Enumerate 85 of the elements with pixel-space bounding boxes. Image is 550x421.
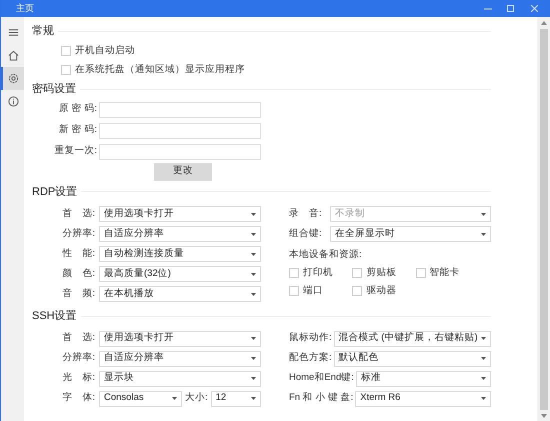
dropdown[interactable]: Consolas <box>99 390 182 406</box>
sidebar-item[interactable] <box>1 67 24 90</box>
field-label: 原 密 码: <box>58 102 98 116</box>
dropdown[interactable]: 自适应分辨率 <box>99 350 261 366</box>
input-field[interactable] <box>99 102 261 118</box>
field-label: 字 体: <box>61 391 96 406</box>
checkbox[interactable] <box>289 268 299 278</box>
caret-icon <box>481 357 486 360</box>
info-icon <box>8 96 19 107</box>
window-title: 主页 <box>15 2 34 16</box>
caret-icon <box>481 212 486 216</box>
maximize-icon[interactable] <box>507 5 514 12</box>
caret-icon <box>481 397 486 400</box>
field-label: 配色方案: <box>289 351 332 366</box>
checkbox-label: 在系统托盘（通知区域）显示应用程序 <box>75 62 245 77</box>
dropdown[interactable]: 最高质量(32位) <box>99 266 261 282</box>
dropdown[interactable]: 混合模式 (中键扩展，右键粘贴) <box>334 330 491 346</box>
field-label: 首 选: <box>61 206 96 221</box>
dropdown[interactable]: 在全屏显示时 <box>330 226 491 242</box>
field-label: 光 标: <box>61 371 96 386</box>
field-label: 新 密 码: <box>58 123 98 138</box>
checkbox-label: 剪贴板 <box>366 266 396 280</box>
dropdown[interactable]: 自适应分辨率 <box>99 226 261 242</box>
field-label: 组合键: <box>289 226 323 241</box>
dropdown[interactable]: 12 <box>210 390 261 406</box>
dropdown[interactable]: 显示块 <box>99 370 261 386</box>
checkbox[interactable] <box>61 46 71 56</box>
field-label: Fn 和 小 键 盘: <box>289 391 354 406</box>
field-label: 性 能: <box>61 246 96 261</box>
checkbox[interactable] <box>289 286 299 296</box>
checkbox-label: 端口 <box>303 284 323 298</box>
section-title: 密码设置 <box>32 82 76 97</box>
checkbox-label: 开机自动启动 <box>75 44 135 58</box>
dropdown[interactable]: 使用选项卡打开 <box>99 206 261 222</box>
scrollbar[interactable] <box>537 17 550 421</box>
field-label: 重复一次: <box>53 144 98 158</box>
caret-icon <box>251 252 256 256</box>
field-label: 分辨率: <box>61 351 96 366</box>
scroll-down-icon[interactable] <box>540 414 546 418</box>
dropdown[interactable]: 标准 <box>356 370 491 386</box>
field-label: 首 选: <box>61 331 96 346</box>
field-label: 分辨率: <box>61 226 96 241</box>
caret-icon <box>481 337 486 340</box>
caret-icon <box>251 232 256 236</box>
change-button[interactable]: 更改 <box>154 162 212 180</box>
dropdown[interactable]: 自动检测连接质量 <box>99 246 261 262</box>
input-field[interactable] <box>99 144 261 160</box>
section-title: SSH设置 <box>32 309 77 324</box>
caret-icon <box>251 357 256 360</box>
scrollbar-thumb[interactable] <box>540 29 548 410</box>
checkbox[interactable] <box>352 268 362 278</box>
checkbox[interactable] <box>352 286 362 296</box>
field-label: Home和End键: <box>289 371 354 386</box>
field-label: 鼠标动作: <box>289 331 332 346</box>
caret-icon <box>251 292 256 296</box>
home-icon <box>8 50 19 61</box>
field-label: 颜 色: <box>61 266 96 281</box>
caret-icon <box>251 272 256 276</box>
caret-icon <box>251 337 256 340</box>
input-field[interactable] <box>99 122 261 138</box>
section-title: RDP设置 <box>32 184 78 200</box>
dropdown[interactable]: 在本机播放 <box>99 286 261 302</box>
dropdown[interactable]: 使用选项卡打开 <box>99 330 261 346</box>
scroll-up-icon[interactable] <box>540 21 546 25</box>
checkbox[interactable] <box>61 64 71 75</box>
caret-icon <box>172 397 177 400</box>
caret-icon <box>251 212 256 216</box>
close-icon[interactable] <box>531 5 538 12</box>
field-label: 大小: <box>184 391 209 406</box>
caret-icon <box>481 232 486 236</box>
checkbox-label: 智能卡 <box>430 266 460 280</box>
checkbox-label: 驱动器 <box>366 284 396 298</box>
settings-icon <box>8 73 19 84</box>
dropdown[interactable]: 默认配色 <box>334 350 491 366</box>
caret-icon <box>251 397 256 400</box>
checkbox[interactable] <box>416 268 426 278</box>
field-label: 录 音: <box>289 206 323 221</box>
menu-icon <box>8 27 19 38</box>
checkbox-label: 打印机 <box>303 266 333 280</box>
field-label: 音 频: <box>61 286 96 301</box>
section-title: 常规 <box>32 24 54 39</box>
dropdown[interactable]: Xterm R6 <box>355 390 491 406</box>
caret-icon <box>481 377 486 380</box>
caret-icon <box>251 377 256 380</box>
resources-label: 本地设备和资源: <box>289 248 363 262</box>
